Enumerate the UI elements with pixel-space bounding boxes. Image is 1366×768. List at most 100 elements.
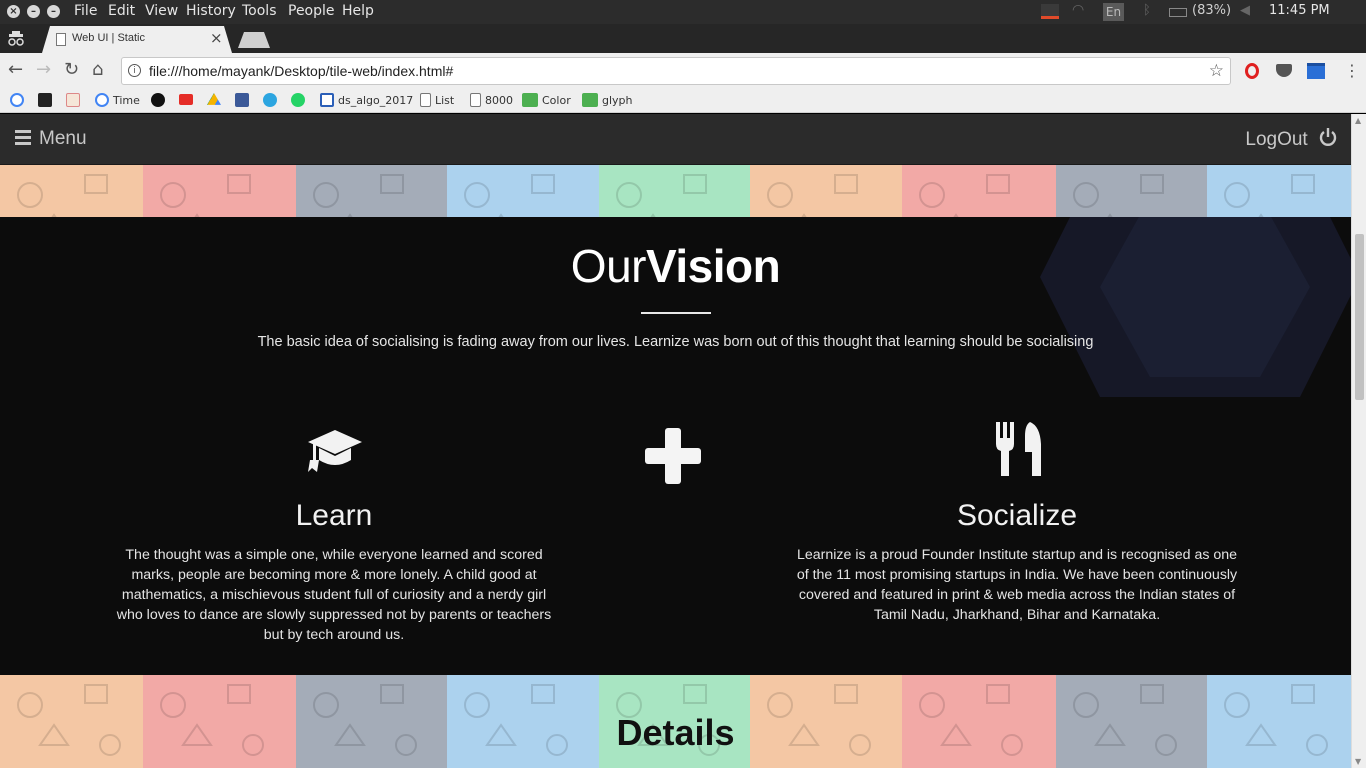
socialize-title: Socialize: [956, 499, 1078, 532]
address-bar[interactable]: i file:///home/mayank/Desktop/tile-web/i…: [121, 57, 1231, 85]
extension-icon[interactable]: [1307, 63, 1325, 79]
bookmark-slash-icon: [38, 93, 52, 107]
menu-help[interactable]: Help: [342, 3, 374, 19]
bookmark-drive[interactable]: [207, 93, 225, 109]
telegram-icon: [263, 93, 277, 107]
bookmarks-bar: Time ds_algo_2017 List 8000 Color glyph: [0, 89, 1366, 113]
learn-line: The thought was a simple one, while ever…: [125, 547, 543, 563]
w3-icon: [582, 93, 598, 107]
github-icon: [151, 93, 165, 107]
bookmark-list[interactable]: List: [420, 93, 454, 109]
more-menu-icon[interactable]: ⋮: [1344, 61, 1360, 80]
menu-tools[interactable]: Tools: [242, 3, 277, 19]
forward-icon[interactable]: →: [36, 61, 51, 79]
window-close-icon[interactable]: ×: [7, 5, 20, 18]
keyboard-layout[interactable]: En: [1103, 3, 1124, 21]
learn-line: mathematics, a mischievous student full …: [121, 587, 547, 603]
youtube-icon: [179, 94, 193, 105]
color-tile: [599, 165, 750, 217]
color-tile: [296, 165, 447, 217]
volume-icon[interactable]: ◀: [1240, 3, 1250, 18]
heading-divider: [641, 312, 711, 314]
bookmark-telegram[interactable]: [263, 93, 281, 109]
socialize-line: Learnize is a proud Founder Institute st…: [796, 547, 1238, 563]
socialize-line: Tamil Nadu, Jharkhand, Bihar and Karnata…: [873, 607, 1161, 623]
scroll-down-icon[interactable]: ▼: [1355, 757, 1361, 766]
color-tile: [902, 165, 1056, 217]
details-heading: Details: [616, 712, 735, 753]
vision-heading-bold: Vision: [645, 240, 781, 292]
screen-recorder-icon[interactable]: [1041, 4, 1059, 19]
home-icon[interactable]: ⌂: [92, 61, 103, 79]
vision-section: OurVision The basic idea of socialising …: [0, 217, 1351, 675]
bookmark-whatsapp[interactable]: [291, 93, 309, 109]
bookmark-youtube[interactable]: [179, 93, 197, 109]
scroll-up-icon[interactable]: ▲: [1355, 116, 1361, 125]
pocket-icon[interactable]: [1276, 64, 1292, 77]
menu-history[interactable]: History: [186, 3, 236, 19]
logout-button[interactable]: LogOut: [1245, 128, 1337, 152]
learn-line: who loves to dance are slowly suppressed…: [116, 607, 552, 623]
hamburger-icon: [15, 130, 31, 145]
clock[interactable]: 11:45 PM: [1269, 3, 1330, 18]
bookmark-ds-algo[interactable]: ds_algo_2017: [320, 93, 413, 109]
bookmark-github[interactable]: [151, 93, 169, 109]
info-icon[interactable]: i: [128, 64, 141, 77]
tile-strip-top: [0, 165, 1351, 217]
bookmark-star-icon[interactable]: ☆: [1209, 61, 1224, 81]
window-minimize-icon[interactable]: –: [27, 5, 40, 18]
page-viewport: OurVision The basic idea of socialising …: [0, 114, 1351, 768]
browser-toolbar: ← → ↻ ⌂ i file:///home/mayank/Desktop/ti…: [0, 53, 1366, 89]
color-tile: [0, 165, 143, 217]
incognito-icon: [7, 29, 25, 47]
scrollbar-thumb[interactable]: [1355, 234, 1364, 400]
bookmark-glyph[interactable]: glyph: [582, 93, 633, 109]
menu-label: Menu: [39, 128, 87, 149]
w3-icon: [522, 93, 538, 107]
google-icon: [95, 93, 109, 107]
new-tab-button[interactable]: [238, 32, 270, 48]
bookmark-color[interactable]: Color: [522, 93, 571, 109]
learn-line: but by tech around us.: [263, 627, 405, 643]
window-maximize-icon[interactable]: –: [47, 5, 60, 18]
doc-icon: [320, 93, 334, 107]
color-tile: [750, 165, 902, 217]
logout-label: LogOut: [1245, 129, 1308, 150]
menu-file[interactable]: File: [74, 3, 97, 19]
bookmark-label: glyph: [602, 94, 633, 107]
power-icon: [1319, 128, 1337, 146]
bookmark-time[interactable]: Time: [95, 93, 140, 109]
socialize-description: Learnize is a proud Founder Institute st…: [778, 545, 1256, 625]
bookmark-slash[interactable]: [38, 93, 56, 109]
page-icon: [56, 33, 66, 46]
bluetooth-icon[interactable]: ᛒ: [1143, 3, 1151, 18]
opera-icon[interactable]: [1245, 63, 1259, 79]
url-text[interactable]: file:///home/mayank/Desktop/tile-web/ind…: [149, 63, 453, 79]
battery-icon[interactable]: [1169, 8, 1187, 17]
reload-icon[interactable]: ↻: [64, 61, 79, 79]
bookmark-facebook[interactable]: [235, 93, 253, 109]
site-navbar: Menu LogOut: [0, 114, 1351, 165]
tab-web-ui-static[interactable]: Web UI | Static ×: [42, 26, 232, 53]
menu-view[interactable]: View: [145, 3, 178, 19]
bookmark-google[interactable]: [10, 93, 28, 109]
whatsapp-icon: [291, 93, 305, 107]
page-scrollbar[interactable]: ▲ ▼: [1351, 114, 1366, 768]
menu-edit[interactable]: Edit: [108, 3, 135, 19]
back-icon[interactable]: ←: [8, 61, 23, 79]
color-tile: [143, 165, 296, 217]
bookmark-label: Color: [542, 94, 571, 107]
bookmark-8000[interactable]: 8000: [470, 93, 513, 109]
tab-close-icon[interactable]: ×: [210, 29, 223, 47]
backpack-icon: [66, 93, 80, 107]
learn-line: marks, people are becoming more & more l…: [131, 567, 537, 583]
bookmark-backpack[interactable]: [66, 93, 84, 109]
menu-button[interactable]: Menu: [15, 128, 87, 152]
wifi-icon[interactable]: ◠: [1072, 2, 1084, 18]
bookmark-label: 8000: [485, 94, 513, 107]
tab-strip: Web UI | Static ×: [0, 24, 1366, 53]
google-icon: [10, 93, 24, 107]
menu-people[interactable]: People: [288, 3, 335, 19]
page-icon: [470, 93, 481, 107]
bookmark-label: ds_algo_2017: [338, 94, 414, 107]
